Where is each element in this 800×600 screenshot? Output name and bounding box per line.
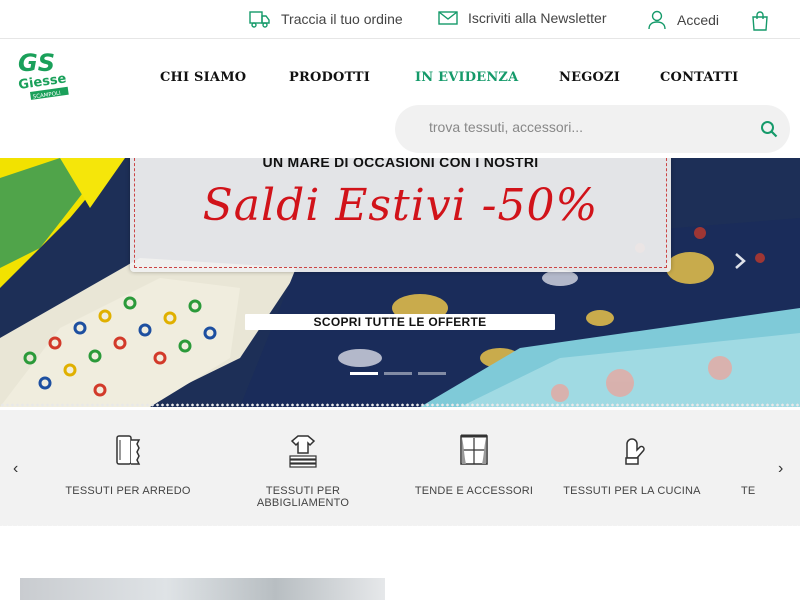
nav-item-prodotti[interactable]: PRODOTTI (289, 70, 370, 85)
search-input[interactable] (429, 119, 729, 135)
category-label: TESSUTI PER ARREDO (65, 485, 191, 497)
category-tessuti-arredo[interactable]: TESSUTI PER ARREDO (48, 410, 208, 526)
newsletter-label: Iscriviti alla Newsletter (468, 10, 607, 26)
category-label: TENDE E ACCESSORI (414, 485, 534, 497)
discover-offers-button[interactable]: SCOPRI TUTTE LE OFFERTE (245, 314, 555, 330)
slider-dots (350, 372, 446, 375)
window-curtain-icon (460, 434, 488, 465)
decorative-edge (0, 525, 800, 529)
user-icon (648, 10, 666, 30)
search-bar (395, 105, 790, 153)
oven-mitt-icon (625, 438, 645, 465)
search-icon[interactable] (760, 120, 778, 138)
category-carousel: ‹ TESSUTI PER ARREDO TESSUTI PER ABBIGLI… (0, 410, 800, 529)
promo-box: UN MARE DI OCCASIONI CON I NOSTRI Saldi … (130, 158, 671, 272)
promo-headline: Saldi Estivi -50% (202, 180, 599, 231)
slider-dot[interactable] (384, 372, 412, 375)
category-label: TESSUTI PER ABBIGLIAMENTO (256, 485, 350, 509)
envelope-icon (438, 11, 458, 25)
promo-top-text: UN MARE DI OCCASIONI CON I NOSTRI (262, 158, 539, 170)
truck-icon (249, 11, 270, 28)
chevron-left-icon[interactable]: ‹ (13, 460, 18, 478)
feature-image[interactable] (20, 578, 385, 600)
login-label: Accedi (677, 12, 720, 28)
cart-button[interactable] (750, 11, 770, 36)
category-tessuti-abbigliamento[interactable]: TESSUTI PER ABBIGLIAMENTO (223, 410, 383, 526)
hero-banner[interactable]: UN MARE DI OCCASIONI CON I NOSTRI Saldi … (0, 158, 800, 407)
newsletter-link[interactable]: Iscriviti alla Newsletter (438, 10, 606, 26)
category-tessuti-cucina[interactable]: TESSUTI PER LA CUCINA (552, 410, 712, 526)
nav-item-contatti[interactable]: CONTATTI (660, 70, 738, 85)
login-link[interactable]: Accedi (647, 10, 719, 30)
main-nav: CHI SIAMO PRODOTTI IN EVIDENZA NEGOZI CO… (0, 70, 800, 88)
slider-dot[interactable] (418, 372, 446, 375)
nav-item-in-evidenza[interactable]: IN EVIDENZA (415, 70, 518, 85)
slider-dot[interactable] (350, 372, 378, 375)
fabric-roll-icon (116, 435, 141, 465)
category-label: TESSUTI PER LA CUCINA (563, 485, 701, 497)
track-order-link[interactable]: Traccia il tuo ordine (249, 10, 403, 28)
track-order-label: Traccia il tuo ordine (281, 11, 403, 27)
chevron-right-icon[interactable]: › (778, 460, 783, 478)
top-bar: Traccia il tuo ordine Iscriviti alla New… (0, 0, 800, 39)
chevron-right-icon[interactable] (728, 250, 750, 272)
nav-item-chi-siamo[interactable]: CHI SIAMO (160, 70, 246, 85)
shopping-bag-icon (752, 11, 768, 31)
category-label: TE (741, 485, 756, 497)
category-tende-accessori[interactable]: TENDE E ACCESSORI (394, 410, 554, 526)
clothes-icon (289, 435, 317, 468)
decorative-edge (0, 403, 800, 407)
category-partial[interactable]: TE (740, 410, 780, 526)
nav-item-negozi[interactable]: NEGOZI (559, 70, 620, 85)
